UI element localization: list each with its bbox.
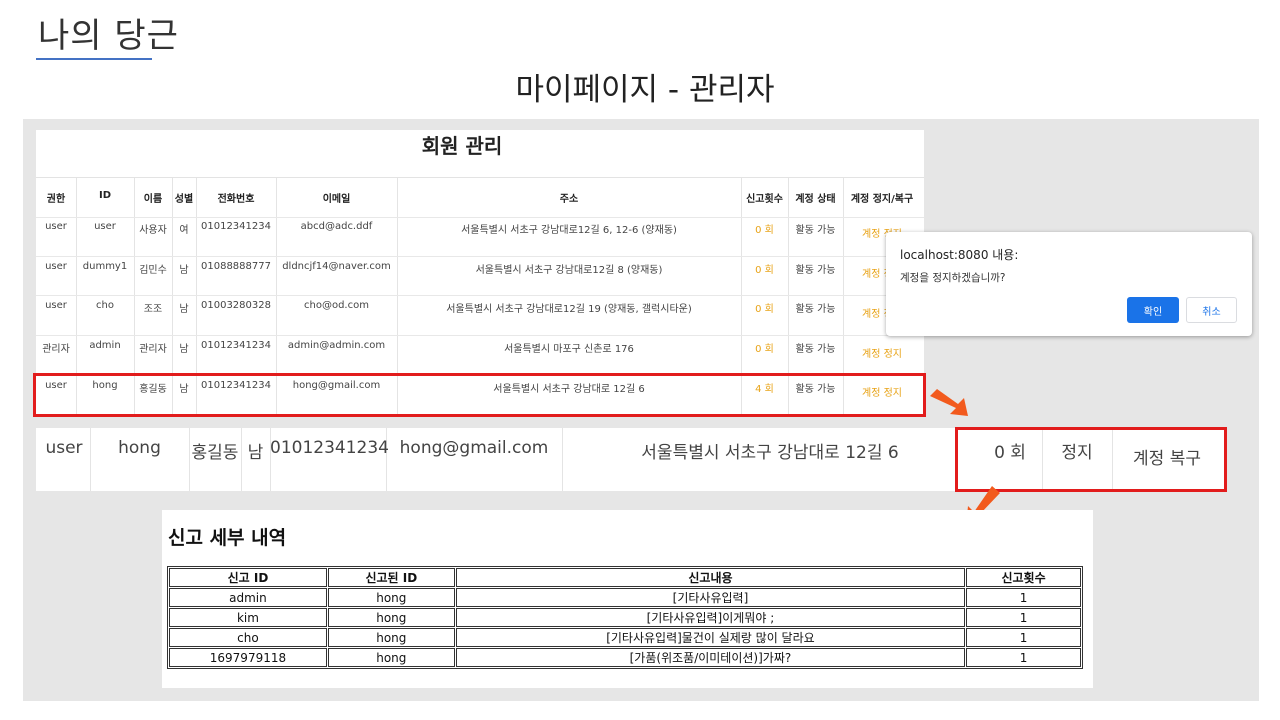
table-row: kim hong [기타사유입력]이게뭐야 ; 1	[169, 608, 1081, 627]
header-phone: 전화번호	[217, 194, 255, 205]
cell-reporter-id: admin	[169, 588, 327, 607]
table-divider	[36, 177, 924, 178]
cell-gender: 남	[247, 443, 264, 463]
header-email: 이메일	[322, 194, 351, 205]
cell-reporter-id: cho	[169, 628, 327, 647]
cell-role: user	[45, 221, 67, 232]
table-header-row: 신고 ID 신고된 ID 신고내용 신고횟수	[169, 568, 1081, 587]
cell-phone: 01012341234	[270, 438, 389, 458]
cell-id: cho	[96, 300, 114, 311]
highlight-box	[33, 373, 926, 417]
table-row: admin hong [기타사유입력] 1	[169, 588, 1081, 607]
header-report-count: 신고횟수	[966, 568, 1081, 587]
cell-role: user	[45, 300, 67, 311]
header-id: ID	[98, 190, 112, 201]
cell-reported-id: hong	[327, 588, 455, 607]
cell-account-status: 활동 가능	[795, 225, 836, 236]
cell-gender: 여	[179, 225, 189, 236]
header-name: 이름	[143, 194, 163, 205]
slide-subtitle: 마이페이지 - 관리자	[515, 72, 775, 108]
row-divider	[36, 256, 924, 257]
cell-email: abcd@adc.ddf	[300, 221, 373, 232]
slide-title: 나의 당근	[38, 16, 179, 56]
cell-account-status: 활동 가능	[795, 344, 836, 355]
cell-id: admin	[89, 340, 121, 351]
cell-report-count: 0 회	[755, 225, 774, 236]
cell-report-count: 0 회	[755, 304, 774, 315]
row-divider	[36, 217, 924, 218]
cell-address: 서울특별시 서초구 강남대로 12길 6	[641, 443, 899, 463]
cell-report-content: [가품(위조품/이미테이션)]가짜?	[455, 648, 966, 667]
cell-report-count: 1	[966, 628, 1081, 647]
cell-address: 서울특별시 서초구 강남대로12길 8 (양재동)	[475, 265, 663, 276]
cell-phone: 01012341234	[201, 221, 271, 232]
cell-name: 홍길동	[191, 443, 239, 463]
header-report-count: 신고횟수	[746, 194, 783, 205]
member-table-title: 회원 관리	[421, 134, 503, 158]
header-report-content: 신고내용	[455, 568, 966, 587]
report-detail-title: 신고 세부 내역	[168, 527, 287, 549]
cell-report-count: 1	[966, 608, 1081, 627]
cell-report-count: 1	[966, 588, 1081, 607]
cell-phone: 01012341234	[201, 340, 271, 351]
cell-report-count: 0 회	[755, 344, 774, 355]
dialog-title: localhost:8080 내용:	[900, 248, 1019, 262]
cancel-button[interactable]: 취소	[1186, 297, 1237, 323]
cell-address: 서울특별시 서초구 강남대로12길 19 (양재동, 갤럭시타운)	[446, 304, 692, 315]
cell-gender: 남	[179, 265, 189, 276]
confirm-dialog: localhost:8080 내용: 계정을 정지하겠습니까? 확인 취소	[886, 232, 1252, 336]
cell-role: 관리자	[42, 344, 70, 355]
cell-report-content: [기타사유입력]이게뭐야 ;	[455, 608, 966, 627]
cell-report-content: [기타사유입력]	[455, 588, 966, 607]
cell-account-status: 활동 가능	[795, 304, 836, 315]
title-underline	[36, 58, 152, 60]
dialog-message: 계정을 정지하겠습니까?	[900, 272, 1006, 284]
cell-reported-id: hong	[327, 628, 455, 647]
cell-reported-id: hong	[327, 608, 455, 627]
cell-address: 서울특별시 서초구 강남대로12길 6, 12-6 (양재동)	[461, 225, 677, 236]
cell-gender: 남	[179, 304, 189, 315]
cell-id: dummy1	[82, 261, 128, 272]
cell-report-content: [기타사유입력]물건이 실제랑 많이 달라요	[455, 628, 966, 647]
cell-email: hong@gmail.com	[399, 438, 549, 458]
cell-report-count: 1	[966, 648, 1081, 667]
arrow-right-down-icon	[930, 389, 968, 416]
cell-email: dldncjf14@naver.com	[282, 261, 391, 272]
row-divider	[36, 295, 924, 296]
cell-report-count: 0 회	[755, 265, 774, 276]
cell-id: user	[94, 221, 116, 232]
cell-reported-id: hong	[327, 648, 455, 667]
header-reporter-id: 신고 ID	[169, 568, 327, 587]
cell-role: user	[45, 438, 83, 458]
header-reported-id: 신고된 ID	[327, 568, 455, 587]
cell-email: admin@admin.com	[287, 340, 386, 351]
cell-name: 김민수	[139, 265, 167, 276]
cell-name: 조조	[143, 304, 163, 315]
header-account-status: 계정 상태	[795, 194, 836, 205]
cell-address: 서울특별시 마포구 신촌로 176	[504, 344, 634, 355]
cell-id: hong	[118, 438, 161, 458]
header-address: 주소	[559, 194, 579, 205]
cell-reporter-id: kim	[169, 608, 327, 627]
cell-phone: 01003280328	[201, 300, 271, 311]
confirm-button[interactable]: 확인	[1127, 297, 1179, 323]
highlight-box	[955, 427, 1227, 492]
table-row: 1697979118 hong [가품(위조품/이미테이션)]가짜? 1	[169, 648, 1081, 667]
cell-email: cho@od.com	[304, 300, 369, 311]
cell-gender: 남	[179, 344, 189, 355]
cell-name: 사용자	[139, 225, 167, 236]
header-suspend-restore: 계정 정지/복구	[850, 194, 914, 205]
table-row: cho hong [기타사유입력]물건이 실제랑 많이 달라요 1	[169, 628, 1081, 647]
report-detail-table: 신고 ID 신고된 ID 신고내용 신고횟수 admin hong [기타사유입…	[167, 566, 1083, 669]
suspend-account-link[interactable]: 계정 정지	[843, 345, 921, 360]
cell-account-status: 활동 가능	[795, 265, 836, 276]
header-gender: 성별	[174, 194, 194, 205]
row-divider	[36, 335, 924, 336]
cell-phone: 01088888777	[201, 261, 271, 272]
header-role: 권한	[46, 194, 66, 205]
cell-reporter-id: 1697979118	[169, 648, 327, 667]
cell-role: user	[45, 261, 67, 272]
cell-name: 관리자	[139, 344, 167, 355]
